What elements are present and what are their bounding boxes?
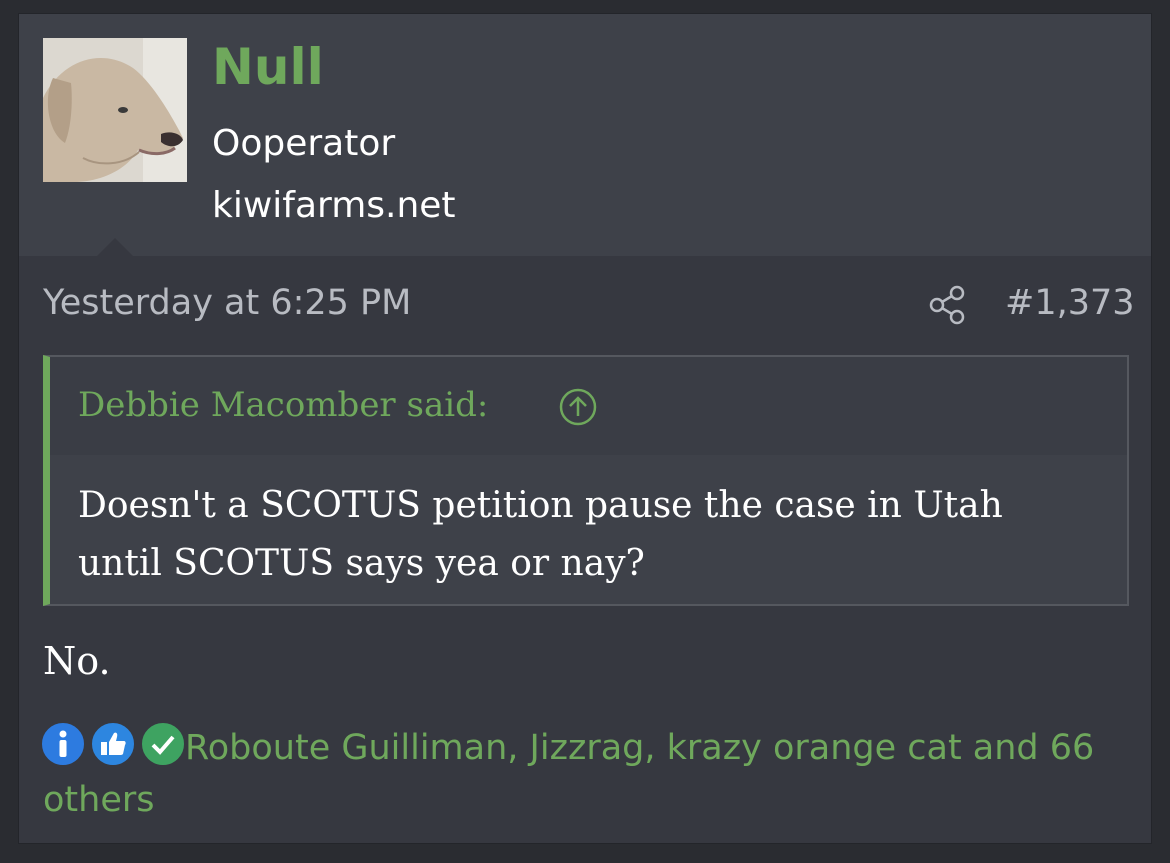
reaction-users[interactable]: Roboute Guilliman, Jizzrag, krazy orange… (43, 722, 1123, 826)
user-title: Ooperator (212, 123, 396, 164)
quote-author[interactable]: Debbie Macomber said: (78, 385, 488, 426)
message-body: No. (43, 639, 111, 683)
post-card: Null Ooperator kiwifarms.net Yesterday a… (18, 13, 1152, 844)
share-icon[interactable] (929, 285, 967, 325)
quote-header: Debbie Macomber said: (50, 357, 1127, 455)
avatar[interactable] (43, 38, 187, 182)
username[interactable]: Null (212, 42, 324, 92)
arrow-up-circle-icon[interactable] (558, 387, 598, 427)
quote-body: Doesn't a SCOTUS petition pause the case… (78, 485, 1003, 584)
user-site: kiwifarms.net (212, 185, 456, 226)
dog-avatar-icon (43, 38, 187, 182)
user-block: Null Ooperator kiwifarms.net (19, 14, 1151, 256)
post-number[interactable]: #1,373 (1005, 286, 1135, 321)
post-date[interactable]: Yesterday at 6:25 PM (43, 286, 411, 321)
quote-block: Debbie Macomber said: Doesn't a SCOTUS p… (43, 355, 1129, 606)
user-block-pointer (97, 238, 133, 256)
